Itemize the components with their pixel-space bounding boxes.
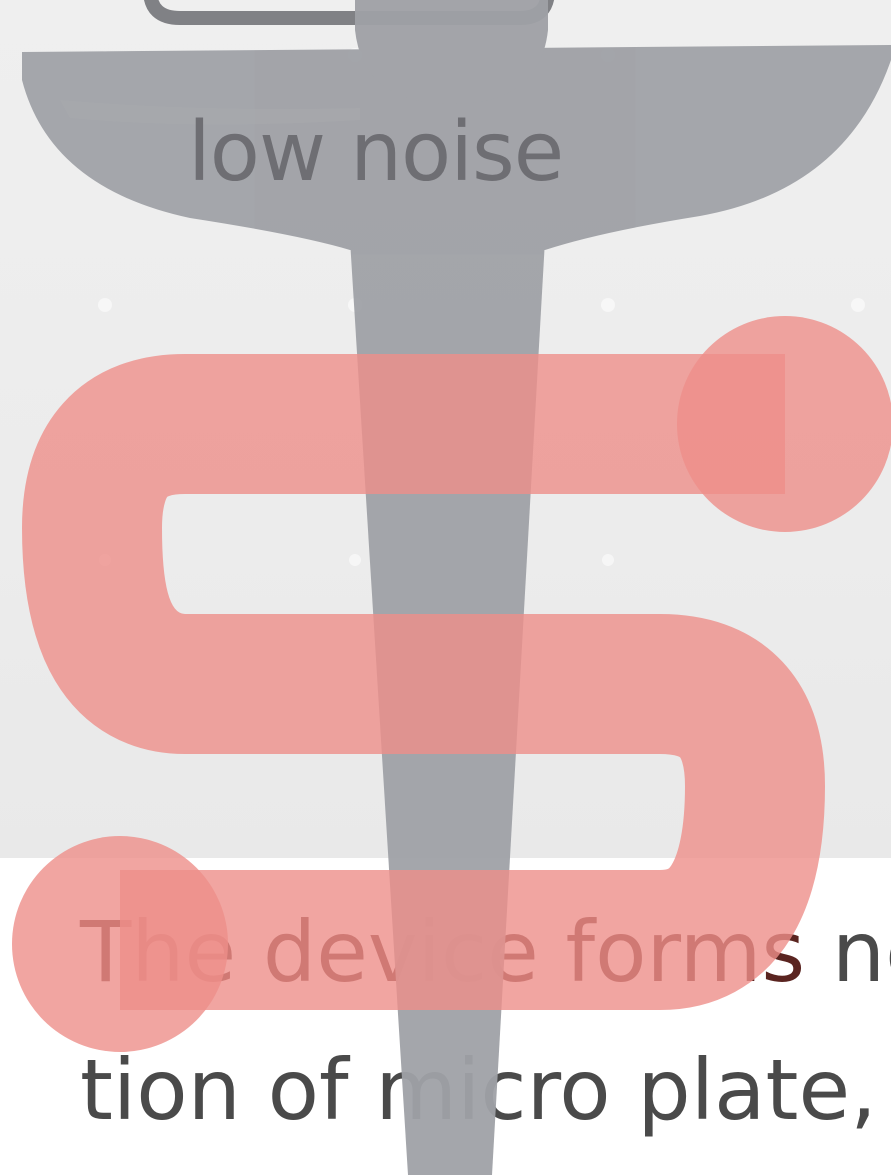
serpent-head-top (677, 316, 891, 532)
screen: The device forms ne tion of micro plate, (0, 0, 891, 1175)
low-noise-label: low noise (188, 105, 564, 200)
serpent-tail-bottom (12, 836, 228, 1052)
